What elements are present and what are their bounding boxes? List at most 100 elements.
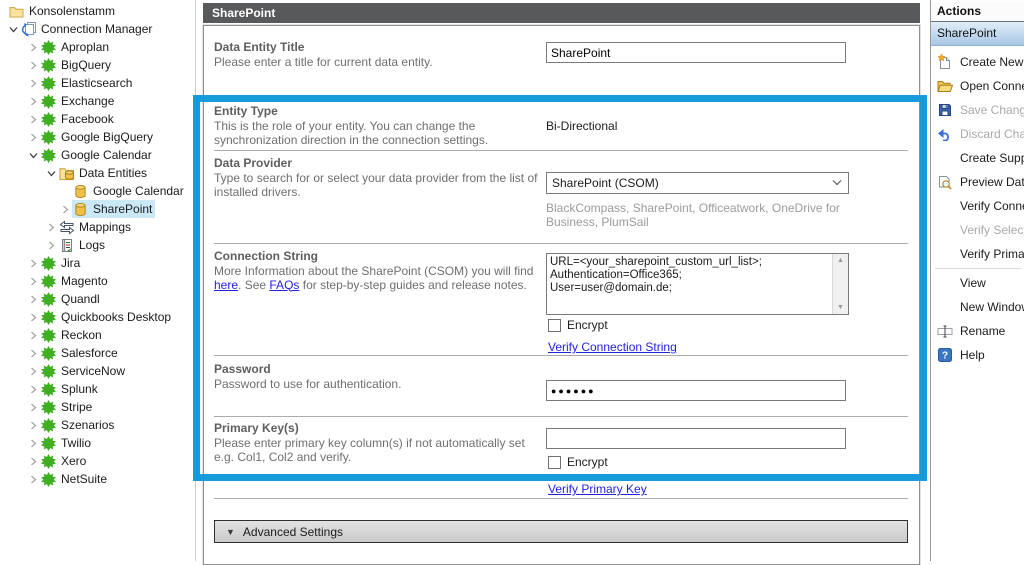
tree-item-data-entities[interactable]: Data Entities [0,164,195,182]
chevron-right-icon[interactable] [26,274,40,288]
chevron-down-icon[interactable] [26,148,40,162]
chevron-right-icon[interactable] [26,400,40,414]
tree-item-elasticsearch[interactable]: Elasticsearch [0,74,195,92]
chevron-down-icon[interactable] [6,22,20,36]
tree-item-splunk[interactable]: Splunk [0,380,195,398]
action-create-new-c[interactable]: Create New C [931,50,1024,74]
advanced-settings-header[interactable]: ▼ Advanced Settings [214,520,908,543]
tree-item-body[interactable]: Stripe [40,398,95,416]
chevron-right-icon[interactable] [26,328,40,342]
password-input[interactable] [546,380,846,401]
tree-item-netsuite[interactable]: NetSuite [0,470,195,488]
tree-item-szenarios[interactable]: Szenarios [0,416,195,434]
tree-item-salesforce[interactable]: Salesforce [0,344,195,362]
tree-item-body[interactable]: Data Entities [58,164,150,182]
tree-item-body[interactable]: Mappings [58,218,134,236]
tree-item-mappings[interactable]: Mappings [0,218,195,236]
encrypt-checkbox[interactable] [548,319,561,332]
action-verify-select[interactable]: Verify Select [931,218,1024,242]
chevron-right-icon[interactable] [26,436,40,450]
tree-item-sharepoint[interactable]: SharePoint [0,200,195,218]
tree-item-exchange[interactable]: Exchange [0,92,195,110]
tree-item-body[interactable]: Elasticsearch [40,74,135,92]
primary-keys-encrypt-row[interactable]: Encrypt [548,455,608,469]
chevron-right-icon[interactable] [26,58,40,72]
tree-item-aproplan[interactable]: Aproplan [0,38,195,56]
tree-item-body[interactable]: Google Calendar [40,146,155,164]
scroll-down-icon[interactable]: ▼ [837,304,844,311]
tree-item-body[interactable]: Konsolenstamm [8,2,118,20]
chevron-right-icon[interactable] [58,202,72,216]
tree-item-twilio[interactable]: Twilio [0,434,195,452]
tree-item-facebook[interactable]: Facebook [0,110,195,128]
tree-item-servicenow[interactable]: ServiceNow [0,362,195,380]
action-create-suppo[interactable]: Create Suppo [931,146,1024,170]
chevron-right-icon[interactable] [26,310,40,324]
tree-item-google-calendar[interactable]: Google Calendar [0,146,195,164]
connection-string-encrypt-row[interactable]: Encrypt [548,318,608,332]
chevron-right-icon[interactable] [26,472,40,486]
chevron-right-icon[interactable] [26,130,40,144]
data-entity-title-input[interactable] [546,42,846,63]
verify-primary-key-link[interactable]: Verify Primary Key [548,482,647,496]
tree-selected-highlight[interactable]: SharePoint [72,200,155,218]
tree-item-stripe[interactable]: Stripe [0,398,195,416]
tree-item-body[interactable]: Jira [40,254,83,272]
tree-item-body[interactable]: BigQuery [40,56,114,74]
action-discard-char[interactable]: Discard Char [931,122,1024,146]
tree-item-body[interactable]: Magento [40,272,111,290]
chevron-right-icon[interactable] [26,94,40,108]
tree-item-body[interactable]: Twilio [40,434,94,452]
tree-item-google-bigquery[interactable]: Google BigQuery [0,128,195,146]
tree-item-quandl[interactable]: Quandl [0,290,195,308]
chevron-right-icon[interactable] [44,238,58,252]
tree-item-body[interactable]: Google Calendar [72,182,187,200]
chevron-down-icon[interactable] [44,166,58,180]
chevron-right-icon[interactable] [26,112,40,126]
data-provider-select[interactable]: SharePoint (CSOM) [546,172,849,194]
tree-item-body[interactable]: NetSuite [40,470,110,488]
connection-string-textarea[interactable]: URL=<your_sharepoint_custom_url_list>; A… [546,253,849,315]
tree-item-google-calendar[interactable]: Google Calendar [0,182,195,200]
tree-item-quickbooks-desktop[interactable]: Quickbooks Desktop [0,308,195,326]
tree-item-logs[interactable]: Logs [0,236,195,254]
tree-item-body[interactable]: Splunk [40,380,101,398]
tree-item-body[interactable]: Facebook [40,110,117,128]
tree-item-body[interactable]: Salesforce [40,344,121,362]
tree-item-connection-manager[interactable]: Connection Manager [0,20,195,38]
chevron-right-icon[interactable] [26,454,40,468]
action-preview-data[interactable]: Preview Data [931,170,1024,194]
tree-item-reckon[interactable]: Reckon [0,326,195,344]
action-verify-conne[interactable]: Verify Conne [931,194,1024,218]
encrypt-checkbox[interactable] [548,456,561,469]
tree-item-body[interactable]: Reckon [40,326,105,344]
action-view[interactable]: View [931,271,1024,295]
chevron-right-icon[interactable] [26,292,40,306]
action-rename[interactable]: Rename [931,319,1024,343]
chevron-right-icon[interactable] [26,256,40,270]
connection-string-value[interactable]: URL=<your_sharepoint_custom_url_list>; A… [547,254,831,314]
action-verify-primar[interactable]: Verify Primar [931,242,1024,266]
chevron-right-icon[interactable] [44,220,58,234]
scroll-up-icon[interactable]: ▲ [837,257,844,264]
tree-item-jira[interactable]: Jira [0,254,195,272]
action-open-conne[interactable]: Open Conne [931,74,1024,98]
actions-selected-item[interactable]: SharePoint [931,22,1024,46]
chevron-right-icon[interactable] [26,364,40,378]
tree-item-body[interactable]: Logs [58,236,108,254]
action-save-change[interactable]: Save Change [931,98,1024,122]
tree-item-body[interactable]: ServiceNow [40,362,128,380]
here-link[interactable]: here [214,278,238,292]
tree-item-bigquery[interactable]: BigQuery [0,56,195,74]
tree-item-xero[interactable]: Xero [0,452,195,470]
chevron-right-icon[interactable] [26,76,40,90]
tree-item-body[interactable]: Quickbooks Desktop [40,308,174,326]
chevron-right-icon[interactable] [26,418,40,432]
chevron-right-icon[interactable] [26,40,40,54]
tree-item-magento[interactable]: Magento [0,272,195,290]
faqs-link[interactable]: FAQs [269,278,299,292]
tree-item-body[interactable]: Connection Manager [20,20,155,38]
tree-item-body[interactable]: Google BigQuery [40,128,156,146]
chevron-right-icon[interactable] [26,346,40,360]
primary-keys-input[interactable] [546,428,846,449]
